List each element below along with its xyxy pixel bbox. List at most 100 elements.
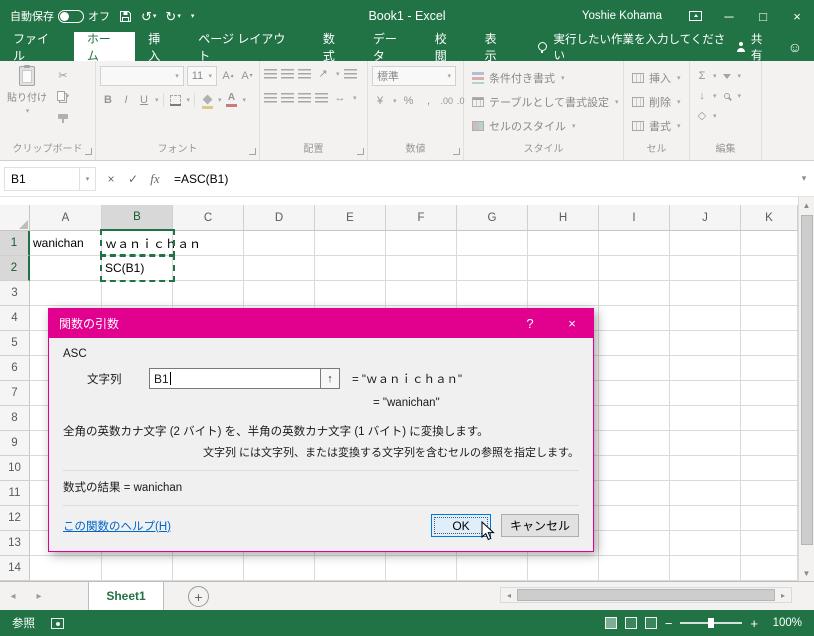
cell-K4[interactable] [741, 306, 798, 331]
page-break-view-button[interactable] [644, 617, 657, 629]
sort-filter-button[interactable] [719, 68, 735, 84]
cell-J9[interactable] [670, 431, 741, 456]
cell-I14[interactable] [599, 556, 670, 581]
cell-I7[interactable] [599, 381, 670, 406]
name-box-dropdown-icon[interactable]: ▾ [79, 167, 95, 190]
dialog-title-bar[interactable]: 関数の引数 ? × [49, 309, 593, 338]
cell-B3[interactable] [102, 281, 173, 306]
cell-J13[interactable] [670, 531, 741, 556]
format-as-table-button[interactable]: テーブルとして書式設定 ▾ [468, 90, 619, 114]
tab-insert[interactable]: 挿入 [135, 32, 185, 63]
cell-I1[interactable] [599, 231, 670, 256]
cell-K5[interactable] [741, 331, 798, 356]
zoom-slider-thumb[interactable] [708, 618, 715, 628]
dialog-launcher-icon[interactable] [453, 148, 460, 155]
autosave-toggle[interactable]: 自動保存 オフ [10, 8, 110, 24]
cell-K3[interactable] [741, 281, 798, 306]
merge-center-button[interactable]: ↔ [332, 90, 348, 106]
increase-font-size-button[interactable]: A ▴ [220, 68, 236, 84]
zoom-in-button[interactable]: + [750, 617, 758, 630]
zoom-out-button[interactable]: − [665, 617, 673, 630]
decrease-font-size-button[interactable]: A ▾ [239, 68, 255, 84]
cell-K11[interactable] [741, 481, 798, 506]
cell-J7[interactable] [670, 381, 741, 406]
sheet-tab-sheet1[interactable]: Sheet1 [88, 582, 164, 610]
close-button[interactable]: × [780, 0, 814, 32]
tab-home[interactable]: ホーム [73, 32, 136, 63]
tab-review[interactable]: 校閲 [422, 32, 472, 63]
cell-I4[interactable] [599, 306, 670, 331]
find-select-button[interactable] [719, 88, 735, 104]
cell-H2[interactable] [528, 256, 599, 281]
cell-E14[interactable] [315, 556, 386, 581]
cell-K14[interactable] [741, 556, 798, 581]
column-header-G[interactable]: G [457, 205, 528, 231]
cell-E1[interactable] [315, 231, 386, 256]
cell-A2[interactable] [30, 256, 102, 281]
cancel-entry-button[interactable]: × [100, 167, 122, 191]
row-header-1[interactable]: 1 [0, 231, 30, 256]
cell-I13[interactable] [599, 531, 670, 556]
horizontal-scrollbar[interactable]: ◂ ▸ [500, 587, 792, 603]
cell-G2[interactable] [457, 256, 528, 281]
cell-J3[interactable] [670, 281, 741, 306]
cell-C2[interactable] [173, 256, 244, 281]
row-header-12[interactable]: 12 [0, 506, 30, 531]
dialog-help-button[interactable]: ? [509, 309, 551, 338]
tab-view[interactable]: 表示 [472, 32, 522, 63]
save-button[interactable] [119, 10, 132, 23]
font-size-combo[interactable]: 11 ▾ [186, 66, 217, 86]
column-header-A[interactable]: A [30, 205, 102, 231]
normal-view-button[interactable] [604, 617, 617, 629]
column-header-D[interactable]: D [244, 205, 315, 231]
cell-K9[interactable] [741, 431, 798, 456]
column-header-K[interactable]: K [741, 205, 798, 231]
row-header-13[interactable]: 13 [0, 531, 30, 556]
tab-data[interactable]: データ [360, 32, 422, 63]
cell-B2[interactable]: SC(B1) [102, 256, 173, 281]
cell-E2[interactable] [315, 256, 386, 281]
clear-button[interactable]: ◇ [694, 108, 710, 124]
row-header-3[interactable]: 3 [0, 281, 30, 306]
cell-J12[interactable] [670, 506, 741, 531]
column-header-H[interactable]: H [528, 205, 599, 231]
cell-J11[interactable] [670, 481, 741, 506]
cell-E3[interactable] [315, 281, 386, 306]
cell-G1[interactable] [457, 231, 528, 256]
column-header-E[interactable]: E [315, 205, 386, 231]
sheet-nav-prev-button[interactable]: ◂ [0, 582, 26, 610]
cell-A3[interactable] [30, 281, 102, 306]
dialog-launcher-icon[interactable] [249, 148, 256, 155]
row-header-11[interactable]: 11 [0, 481, 30, 506]
argument-input[interactable]: B1 [149, 368, 321, 389]
name-box[interactable]: B1 ▾ [4, 166, 96, 191]
wrap-text-icon[interactable] [343, 69, 357, 79]
cell-K6[interactable] [741, 356, 798, 381]
align-middle-icon[interactable] [281, 69, 294, 79]
cell-K8[interactable] [741, 406, 798, 431]
align-right-icon[interactable] [298, 93, 311, 103]
cell-A14[interactable] [30, 556, 102, 581]
decrease-indent-icon[interactable] [315, 93, 328, 103]
horizontal-scroll-thumb[interactable] [517, 589, 775, 601]
vertical-scroll-thumb[interactable] [800, 215, 813, 545]
sheet-nav-next-button[interactable]: ▸ [26, 582, 52, 610]
autosum-button[interactable]: Σ [694, 68, 710, 84]
italic-button[interactable]: I [118, 92, 134, 108]
cell-A1[interactable]: wanichan [30, 231, 102, 256]
bold-button[interactable]: B [100, 92, 116, 108]
align-bottom-icon[interactable] [298, 69, 311, 79]
cell-D14[interactable] [244, 556, 315, 581]
cell-G14[interactable] [457, 556, 528, 581]
dialog-launcher-icon[interactable] [357, 148, 364, 155]
font-color-button[interactable]: A [224, 92, 240, 108]
align-center-icon[interactable] [281, 93, 294, 103]
format-cells-button[interactable]: 書式 ▾ [628, 114, 685, 138]
cell-I11[interactable] [599, 481, 670, 506]
row-header-4[interactable]: 4 [0, 306, 30, 331]
delete-cells-button[interactable]: 削除 ▾ [628, 90, 685, 114]
column-header-J[interactable]: J [670, 205, 741, 231]
fill-button[interactable]: ↓ [694, 88, 710, 104]
macro-record-icon[interactable] [51, 617, 64, 629]
formula-bar-expand-button[interactable]: ▾ [794, 173, 814, 184]
